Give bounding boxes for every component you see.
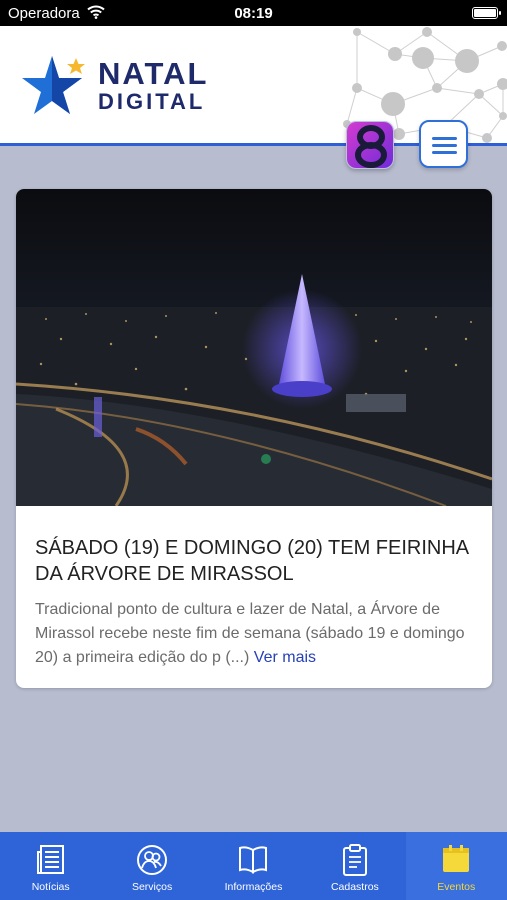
hamburger-icon-line	[432, 144, 457, 147]
read-more-link[interactable]: Ver mais	[254, 649, 316, 666]
event-summary: Tradicional ponto de cultura e lazer de …	[35, 598, 475, 670]
status-bar: Operadora 08:19	[0, 0, 507, 26]
battery-icon	[472, 7, 501, 19]
clipboard-icon	[342, 844, 367, 876]
star-logo-icon	[22, 56, 85, 114]
event-summary-text: Tradicional ponto de cultura e lazer de …	[35, 601, 465, 666]
event-card[interactable]: SÁBADO (19) E DOMINGO (20) TEM FEIRINHA …	[16, 189, 492, 688]
people-icon	[137, 845, 168, 875]
menu-button[interactable]	[419, 120, 468, 168]
tab-informacoes[interactable]: Informações	[203, 832, 304, 900]
bottom-tab-bar: Notícias Serviços Informações Cadastros	[0, 832, 507, 900]
tab-servicos[interactable]: Serviços	[101, 832, 202, 900]
event-title: SÁBADO (19) E DOMINGO (20) TEM FEIRINHA …	[35, 537, 469, 585]
natal-digital-logo: NATAL DIGITAL	[18, 52, 208, 118]
logo-text-natal: NATAL	[98, 55, 209, 91]
hamburger-icon-line	[432, 151, 457, 154]
tab-label: Informações	[224, 881, 283, 893]
calendar-icon	[443, 845, 470, 872]
tab-cadastros[interactable]: Cadastros	[304, 832, 405, 900]
tab-label: Serviços	[131, 881, 173, 893]
logo-text-digital: DIGITAL	[98, 88, 206, 114]
eight-app-icon	[347, 122, 393, 168]
tab-noticias[interactable]: Notícias	[0, 832, 101, 900]
event-photo	[16, 189, 492, 506]
eight-app-button[interactable]	[346, 121, 394, 169]
tab-label: Cadastros	[330, 881, 379, 893]
hamburger-icon-line	[432, 137, 457, 140]
tab-label: Notícias	[31, 881, 70, 893]
newspaper-icon	[36, 845, 64, 874]
clock: 08:19	[234, 5, 273, 22]
tab-label: Eventos	[437, 881, 476, 893]
book-icon	[239, 846, 268, 874]
tab-eventos[interactable]: Eventos	[405, 832, 507, 900]
